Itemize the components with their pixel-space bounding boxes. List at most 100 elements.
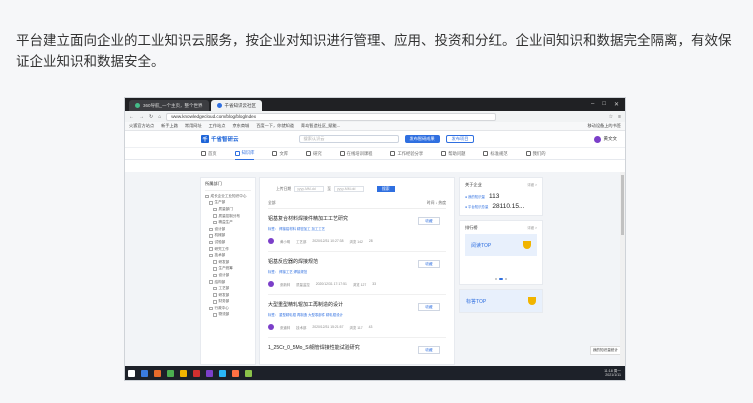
close-icon[interactable]: ✕ bbox=[614, 101, 619, 108]
sort-options[interactable]: 时间 ↓ 热度 bbox=[427, 201, 446, 206]
nav-item-knowledge[interactable]: 知识库 bbox=[234, 148, 255, 160]
maximize-icon[interactable]: □ bbox=[602, 101, 606, 108]
scrollbar-thumb[interactable] bbox=[621, 175, 624, 235]
taskbar-app-icon[interactable] bbox=[141, 369, 148, 377]
tree-node[interactable]: 研发部 bbox=[205, 292, 251, 299]
checkbox[interactable] bbox=[209, 306, 213, 311]
user-menu[interactable]: 黄文文 bbox=[593, 135, 617, 143]
tree-node[interactable]: 质量控制分布 bbox=[205, 213, 251, 220]
nav-item-training[interactable]: 在线培训课程 bbox=[339, 148, 372, 160]
nav-item-research[interactable]: 研究 bbox=[306, 148, 322, 160]
bookmark-item[interactable]: 青岛智造社区_赋能... bbox=[301, 123, 340, 129]
back-icon[interactable]: ← bbox=[129, 114, 134, 120]
checkbox[interactable] bbox=[209, 247, 213, 251]
checkbox[interactable] bbox=[213, 214, 217, 218]
search-input[interactable]: 搜索认识云 bbox=[298, 135, 399, 143]
knowledge-stats-link[interactable]: 我的知识量统计 bbox=[589, 346, 621, 355]
nav-item-ours[interactable]: 我们的 bbox=[525, 148, 546, 160]
tree-node[interactable]: 研发部 bbox=[205, 259, 251, 266]
start-icon[interactable] bbox=[128, 369, 135, 377]
tree-node[interactable]: 物流部 bbox=[205, 312, 251, 319]
collect-button[interactable]: 收藏 bbox=[418, 260, 440, 268]
checkbox[interactable] bbox=[213, 267, 217, 271]
mobile-bookmarks[interactable]: 移动设备上的书签 bbox=[587, 123, 621, 129]
list-item[interactable]: 铝基复合材料焊接件精加工工艺研究 标签： 焊接铝材料 精密加工 加工工艺 黄小明… bbox=[268, 209, 446, 252]
tree-node[interactable]: 成长企业工业知识中心 bbox=[205, 193, 251, 200]
collect-button[interactable]: 收藏 bbox=[418, 217, 440, 225]
carousel-dots[interactable] bbox=[465, 278, 537, 280]
checkbox[interactable] bbox=[209, 240, 213, 245]
taskbar-app-icon[interactable] bbox=[180, 369, 187, 377]
collect-button[interactable]: 收藏 bbox=[418, 346, 440, 354]
checkbox[interactable] bbox=[213, 207, 217, 212]
tree-node[interactable]: 结构部 bbox=[205, 279, 251, 286]
tree-node[interactable]: 设计部 bbox=[205, 272, 251, 279]
tree-node[interactable]: 技术部 bbox=[205, 252, 251, 259]
checkbox[interactable] bbox=[213, 293, 217, 297]
end-date-input[interactable]: yyyy-MM-dd bbox=[333, 186, 364, 192]
checkbox[interactable] bbox=[209, 253, 213, 258]
taskbar-app-icon[interactable] bbox=[245, 369, 252, 377]
bookmark-item[interactable]: 工作站点 bbox=[209, 123, 226, 129]
nav-item-home[interactable]: 首页 bbox=[201, 148, 217, 160]
checkbox[interactable] bbox=[209, 280, 213, 284]
bookmark-item[interactable]: 百度一下，你就知道 bbox=[256, 123, 294, 129]
checkbox[interactable] bbox=[213, 220, 217, 225]
tree-node[interactable]: 行政中心 bbox=[205, 305, 251, 312]
tree-node[interactable]: 生产统筹 bbox=[205, 266, 251, 273]
taskbar-app-icon[interactable] bbox=[219, 369, 226, 377]
home-icon[interactable]: ⌂ bbox=[158, 114, 161, 120]
project-button[interactable]: 发布项目 bbox=[445, 135, 475, 143]
bookmark-item[interactable]: 京东商城 bbox=[232, 123, 249, 129]
tree-node[interactable]: 财务部 bbox=[205, 299, 251, 306]
list-scope[interactable]: 全部 bbox=[268, 201, 276, 206]
minimize-icon[interactable]: – bbox=[591, 101, 594, 108]
url-input[interactable]: www.knowledgecloud.com/blog/bloglndex bbox=[166, 112, 497, 121]
checkbox[interactable] bbox=[205, 194, 209, 199]
forward-icon[interactable]: → bbox=[139, 114, 144, 120]
nav-item-standards[interactable]: 标准规范 bbox=[483, 148, 508, 160]
bookmark-item[interactable]: 新手上路 bbox=[161, 123, 178, 129]
tree-node[interactable]: 设计部 bbox=[205, 226, 251, 233]
filter-search-button[interactable]: 搜索 bbox=[376, 186, 395, 192]
list-item[interactable]: 铝基反应器的焊接规范 标签： 焊接工艺 焊接规范 张新林 质量监控 2020/1… bbox=[268, 252, 446, 295]
nav-item-help[interactable]: 帮助问题 bbox=[441, 148, 465, 160]
menu-icon[interactable]: ≡ bbox=[618, 114, 621, 120]
checkbox[interactable] bbox=[213, 260, 217, 264]
taskbar-app-icon[interactable] bbox=[206, 369, 213, 377]
checkbox[interactable] bbox=[213, 313, 217, 317]
collect-button[interactable]: 收藏 bbox=[418, 303, 440, 311]
taskbar-app-icon[interactable] bbox=[232, 369, 239, 377]
star-icon[interactable]: ☆ bbox=[609, 114, 613, 120]
list-item[interactable]: 大型重型精轧辊加工再制造的设计 标签： 重型精轧辊 再制造 大型零部件 精轧辊设… bbox=[268, 295, 446, 338]
publish-button[interactable]: 发布智研成果 bbox=[404, 135, 440, 143]
bookmark-item[interactable]: 常用网址 bbox=[185, 123, 202, 129]
checkbox[interactable] bbox=[209, 201, 213, 205]
taskbar-app-icon[interactable] bbox=[167, 369, 174, 377]
nav-item-library[interactable]: 文库 bbox=[272, 148, 288, 160]
bookmark-item[interactable]: 火狐官方站点 bbox=[129, 123, 154, 129]
tree-node[interactable]: 生产部 bbox=[205, 200, 251, 207]
taskbar-app-icon[interactable] bbox=[154, 369, 161, 377]
tree-node[interactable]: 工艺部 bbox=[205, 285, 251, 292]
tree-node[interactable]: 试验部 bbox=[205, 239, 251, 246]
reload-icon[interactable]: ↻ bbox=[149, 114, 153, 120]
checkbox[interactable] bbox=[209, 234, 213, 238]
tree-node[interactable]: 研究工作 bbox=[205, 246, 251, 253]
app-logo[interactable]: 千 千省智研云 bbox=[201, 135, 239, 143]
checkbox[interactable] bbox=[209, 227, 213, 232]
browser-tab-active[interactable]: 千省知识云社区 bbox=[210, 100, 263, 111]
reading-top-banner[interactable]: 阅读TOP bbox=[465, 234, 537, 256]
browser-tab[interactable]: 360导航_一个主页，整个世界 bbox=[129, 100, 209, 111]
checkbox[interactable] bbox=[213, 273, 217, 278]
answer-top-banner[interactable]: 标答TOP bbox=[460, 290, 542, 312]
tree-node[interactable]: 精益生产 bbox=[205, 219, 251, 226]
scrollbar[interactable] bbox=[620, 172, 625, 367]
start-date-input[interactable]: yyyy-MM-dd bbox=[294, 186, 325, 192]
tree-node[interactable]: 质量部门 bbox=[205, 206, 251, 213]
checkbox[interactable] bbox=[213, 286, 217, 291]
card-more-link[interactable]: 详细 > bbox=[527, 182, 537, 188]
tree-node[interactable]: 机械部 bbox=[205, 233, 251, 240]
taskbar-app-icon[interactable] bbox=[193, 369, 200, 377]
nav-item-experience[interactable]: 工作经验分享 bbox=[390, 148, 423, 160]
